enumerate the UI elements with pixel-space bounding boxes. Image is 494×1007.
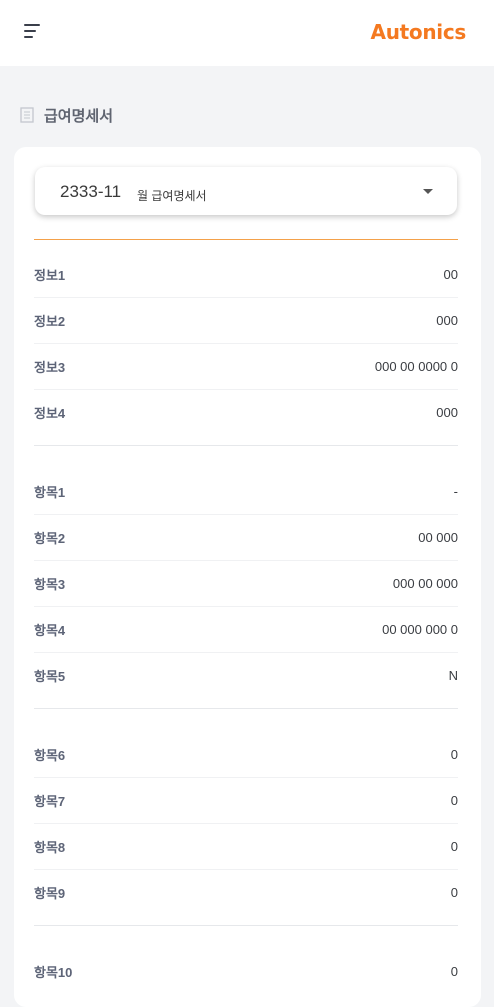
accent-divider: [34, 239, 458, 240]
row-value: 000: [436, 405, 458, 420]
row-label: 항목6: [34, 748, 66, 763]
month-select-value: 2333-11: [60, 182, 122, 201]
caret-down-icon: [423, 189, 433, 194]
payslip-row: 항목1 -: [34, 469, 458, 515]
payslip-row: 항목3 000 00 000: [34, 561, 458, 607]
group-divider: [34, 445, 458, 446]
row-label: 정보2: [34, 314, 66, 329]
payslip-card: 2333-11 월 급여명세서 정보1 00 정보2 000 정보3 000 00 000…: [14, 147, 481, 1007]
row-value: -: [453, 484, 458, 499]
row-value: 00 000 000 0: [382, 622, 458, 637]
payslip-row: 항목10 0: [34, 949, 458, 994]
row-label: 항목9: [34, 886, 66, 901]
group-divider: [34, 708, 458, 709]
row-label: 항목7: [34, 794, 66, 809]
top-bar: Autonics: [0, 0, 494, 66]
row-label: 정보3: [34, 360, 66, 375]
row-value: 0: [450, 964, 458, 979]
payslip-row: 항목7 0: [34, 778, 458, 824]
month-select[interactable]: 2333-11 월 급여명세서: [35, 167, 457, 215]
payslip-row: 정보1 00: [34, 252, 458, 298]
payslip-row: 정보4 000: [34, 390, 458, 435]
row-label: 정보4: [34, 406, 66, 421]
row-label: 항목4: [34, 623, 66, 638]
brand-logo[interactable]: Autonics: [371, 20, 467, 44]
payslip-row: 항목2 00 000: [34, 515, 458, 561]
row-value: 0: [450, 793, 458, 808]
row-value: 0: [450, 839, 458, 854]
payslip-row: 정보3 000 00 0000 0: [34, 344, 458, 390]
row-value: 0: [450, 885, 458, 900]
row-label: 항목2: [34, 531, 66, 546]
row-label: 항목3: [34, 577, 66, 592]
row-value: N: [448, 668, 458, 683]
payslip-row: 항목5 N: [34, 653, 458, 698]
row-value: 000 00 000: [392, 576, 458, 591]
payslip-row: 항목4 00 000 000 0: [34, 607, 458, 653]
page-header: 급여명세서: [20, 104, 113, 126]
row-value: 0: [450, 747, 458, 762]
payslip-rows: 정보1 00 정보2 000 정보3 000 00 0000 0 정보4 000 항목1- 항목2…: [34, 252, 458, 994]
row-label: 항목8: [34, 840, 66, 855]
group-divider: [34, 925, 458, 926]
payslip-row: 항목9 0: [34, 870, 458, 915]
month-select-suffix: 월 급여명세서: [137, 189, 207, 203]
payslip-row: 항목8 0: [34, 824, 458, 870]
payslip-row: 정보2 000: [34, 298, 458, 344]
hamburger-menu-icon[interactable]: [24, 24, 42, 40]
document-icon: [20, 107, 34, 123]
row-label: 항목5: [34, 669, 66, 684]
payslip-row: 항목6 0: [34, 732, 458, 778]
page-title: 급여명세서: [44, 107, 114, 125]
row-label: 항목10: [34, 965, 73, 980]
row-value: 00: [443, 267, 458, 282]
row-label: 항목1: [34, 485, 66, 500]
row-value: 000: [436, 313, 458, 328]
row-value: 00 000: [418, 530, 458, 545]
row-value: 000 00 0000 0: [374, 359, 458, 374]
row-label: 정보1: [34, 268, 66, 283]
